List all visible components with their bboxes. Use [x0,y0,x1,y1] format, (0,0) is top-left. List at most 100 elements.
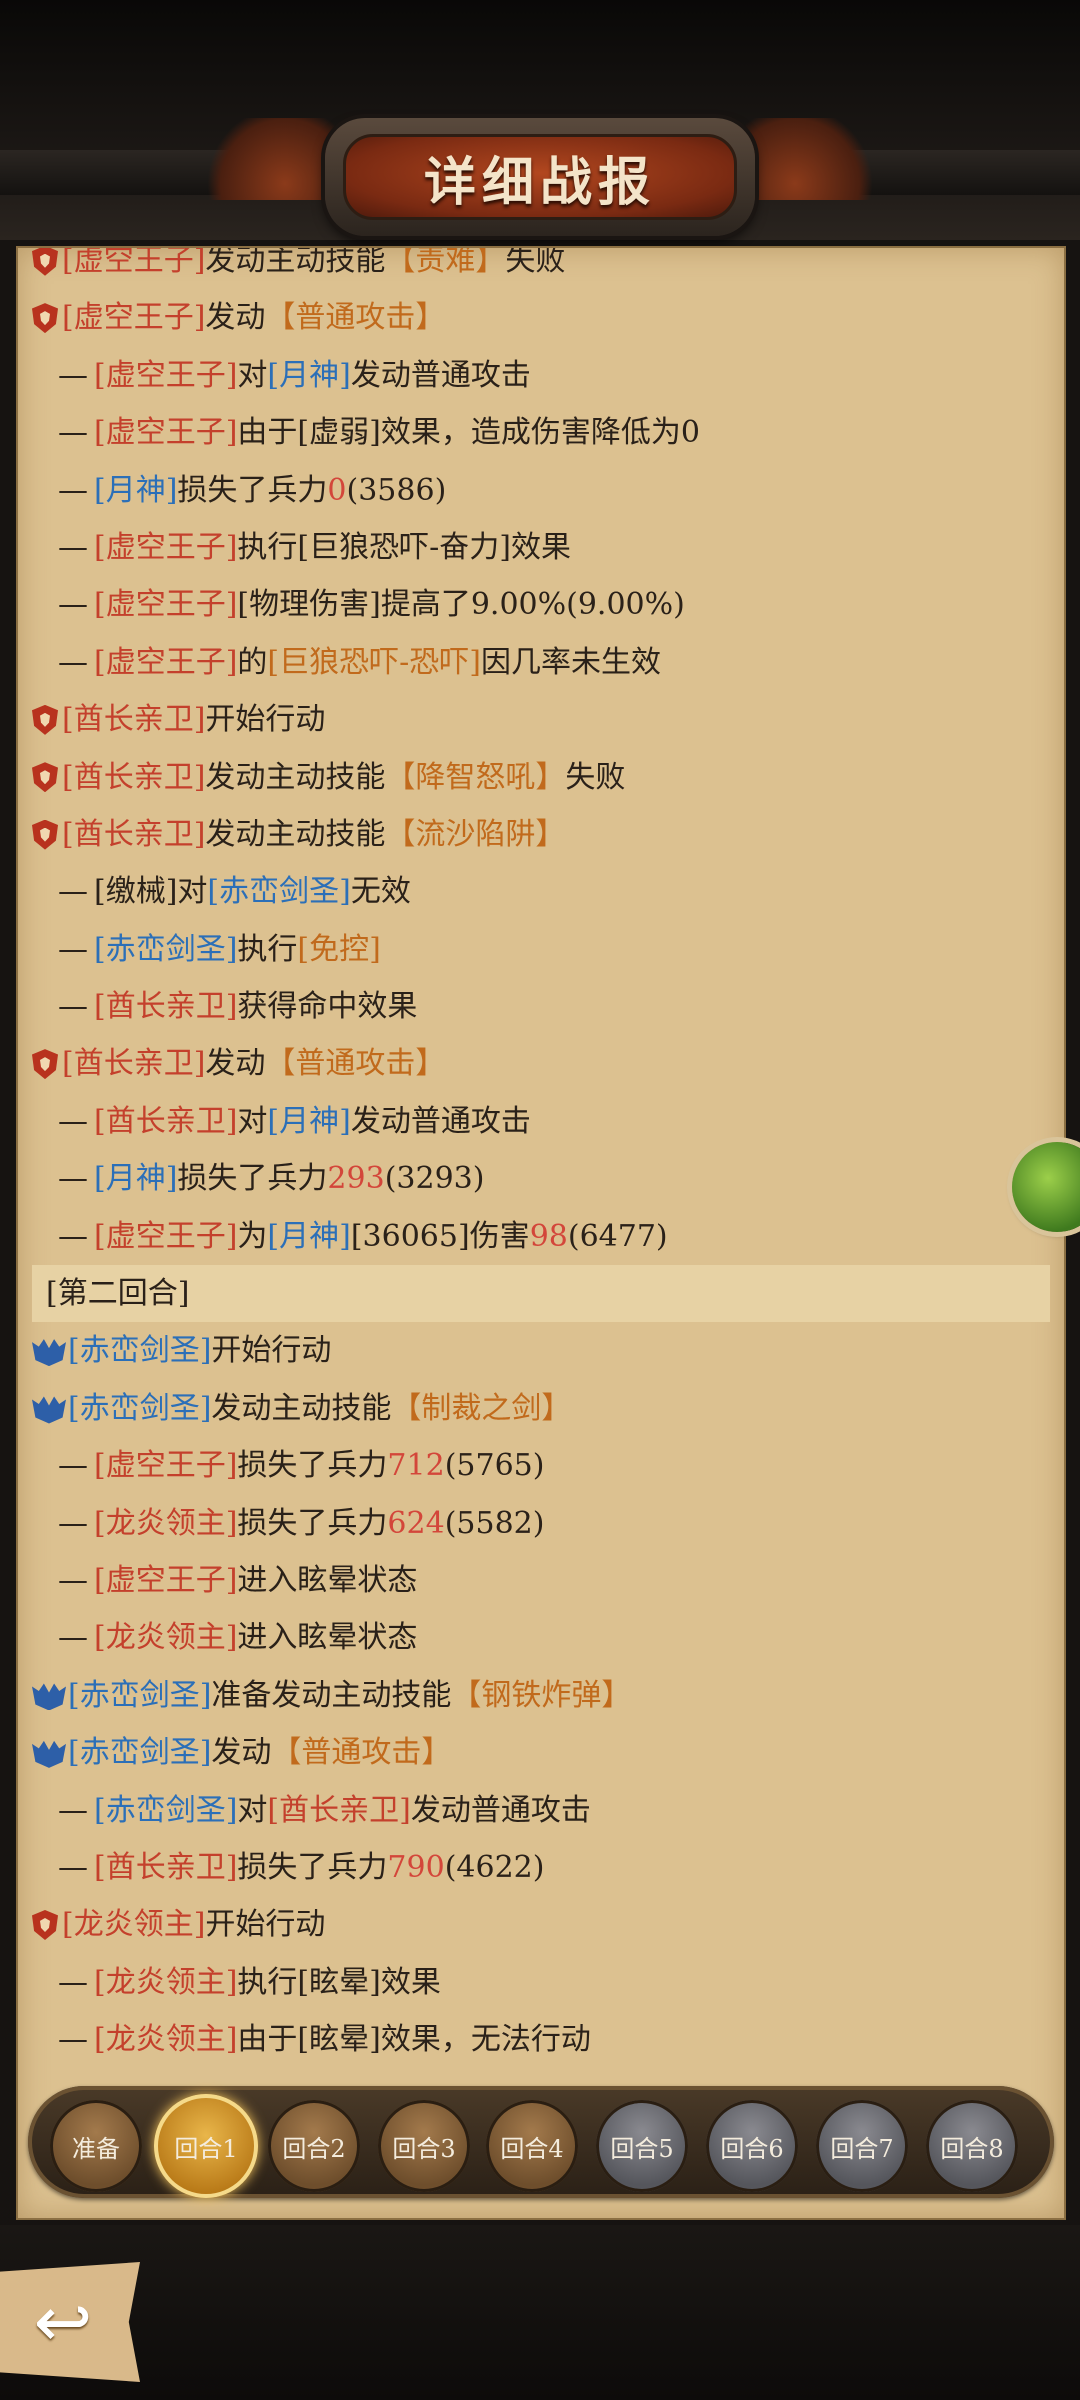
log-text: 发动主动技能 [205,248,386,278]
log-text: 发动普通攻击 [350,1103,531,1139]
log-text: [赤峦剑圣] [68,1390,212,1426]
log-line: — [酋长亲卫] 损失了兵力 790 (4622) [18,1839,1064,1896]
log-text: (6477) [567,1218,668,1254]
round-button-2[interactable]: 回合2 [268,2100,360,2192]
log-line: [赤峦剑圣] 准备发动主动技能 【钢铁炸弹】 [18,1667,1064,1724]
log-text: 准备发动主动技能 [211,1677,452,1713]
log-text: 【流沙陷阱】 [385,816,566,852]
shield-faction-icon [32,762,58,793]
battle-log-scroll[interactable]: [虚空王子] 发动主动技能 【责难】 失败 [虚空王子] 发动 【普通攻击】 — [虚空王子] 对… [18,248,1064,2056]
shield-faction-icon [32,704,58,735]
log-text: [缴械]对 [94,874,208,910]
log-text: 712 [387,1448,445,1484]
log-text: [巨狼恐吓-恐吓] [267,644,481,680]
log-text: 进入眩晕状态 [237,1562,418,1598]
log-text: [龙炎领主] [62,1907,206,1943]
log-line: [赤峦剑圣] 发动 【普通攻击】 [18,1724,1064,1781]
dash-bullet: — [58,1218,88,1254]
log-text: 开始行动 [205,1907,326,1943]
bottom-background [0,2225,1080,2400]
log-text: 【普通攻击】 [265,300,446,336]
log-line: — [虚空王子] 为 [月神] [36065]伤害 98 (6477) [18,1208,1064,1265]
title-inner: 详细战报 [343,134,737,220]
round-button-prepare[interactable]: 准备 [50,2100,142,2192]
log-text: 失败 [565,759,626,795]
log-text: [虚空王子] [94,357,238,393]
dash-bullet: — [58,472,88,508]
log-line: [赤峦剑圣] 开始行动 [18,1322,1064,1379]
log-text: [月神] [94,472,178,508]
bat-faction-icon [32,1339,66,1367]
log-text: 293 [327,1161,385,1197]
log-text: [免控] [297,931,381,967]
log-line: — [虚空王子] [物理伤害]提高了9.00%(9.00%) [18,576,1064,633]
log-text: 发动主动技能 [205,759,386,795]
round-button-5[interactable]: 回合5 [596,2100,688,2192]
log-line: [赤峦剑圣] 发动主动技能 【制裁之剑】 [18,1380,1064,1437]
log-text: 【普通攻击】 [271,1735,452,1771]
shield-faction-icon [32,248,58,276]
log-text: [月神] [94,1161,178,1197]
log-text: [龙炎领主] [94,2022,238,2056]
log-text: [赤峦剑圣] [68,1333,212,1369]
log-text: 【普通攻击】 [265,1046,446,1082]
round-button-4[interactable]: 回合4 [486,2100,578,2192]
round-button-7[interactable]: 回合7 [816,2100,908,2192]
shield-faction-icon [32,1049,58,1080]
log-text: 发动主动技能 [211,1390,392,1426]
log-text: 发动 [205,300,266,336]
log-line: — [赤峦剑圣] 执行 [免控] [18,921,1064,978]
round-button-6[interactable]: 回合6 [706,2100,798,2192]
dash-bullet: — [58,1505,88,1541]
log-text: [赤峦剑圣] [68,1677,212,1713]
dash-bullet: — [58,874,88,910]
log-text: 开始行动 [205,702,326,738]
log-line: [酋长亲卫] 开始行动 [18,691,1064,748]
back-button[interactable]: ↩ [0,2262,140,2382]
log-text: [第二回合] [46,1276,190,1312]
log-text: 发动 [211,1735,272,1771]
log-line: — [龙炎领主] 损失了兵力 624 (5582) [18,1495,1064,1552]
log-text: 790 [387,1849,445,1885]
log-text: [月神] [267,1103,351,1139]
log-text: 因几率未生效 [480,644,661,680]
log-text: [虚空王子] [94,415,238,451]
dash-bullet: — [58,1103,88,1139]
log-text: 发动 [205,1046,266,1082]
page-title: 详细战报 [423,151,656,213]
shield-faction-icon [32,1910,58,1941]
log-text: [虚空王子] [94,529,238,565]
log-text: 的 [237,644,268,680]
log-text: [赤峦剑圣] [94,931,238,967]
bat-faction-icon [32,1683,66,1711]
log-text: [龙炎领主] [94,1620,238,1656]
log-text: [虚空王子] [62,300,206,336]
dash-bullet: — [58,357,88,393]
log-line: — [虚空王子] 损失了兵力 712 (5765) [18,1437,1064,1494]
round-button-1[interactable]: 回合1 [154,2094,258,2198]
log-text: [36065]伤害 [350,1218,530,1254]
log-text: [酋长亲卫] [62,816,206,852]
log-text: 发动普通攻击 [350,357,531,393]
dash-bullet: — [58,529,88,565]
log-text: 【制裁之剑】 [391,1390,572,1426]
battle-log-list: [虚空王子] 发动主动技能 【责难】 失败 [虚空王子] 发动 【普通攻击】 — [虚空王子] 对… [18,248,1064,2056]
log-text: 失败 [505,248,566,278]
dash-bullet: — [58,1448,88,1484]
log-text: 获得命中效果 [237,989,418,1025]
log-text: 损失了兵力 [177,1161,328,1197]
dash-bullet: — [58,415,88,451]
log-line: — [缴械]对 [赤峦剑圣] 无效 [18,863,1064,920]
log-line: — [虚空王子] 进入眩晕状态 [18,1552,1064,1609]
log-line: — [龙炎领主] 进入眩晕状态 [18,1609,1064,1666]
log-line: — [酋长亲卫] 对 [月神] 发动普通攻击 [18,1093,1064,1150]
dash-bullet: — [58,1792,88,1828]
round-button-3[interactable]: 回合3 [378,2100,470,2192]
log-text: [虚空王子] [94,587,238,623]
dash-bullet: — [58,2022,88,2056]
log-text: [虚空王子] [94,1562,238,1598]
round-button-8[interactable]: 回合8 [926,2100,1018,2192]
log-line: — [虚空王子] 由于[虚弱]效果，造成伤害降低为0 [18,404,1064,461]
log-line: — [月神] 损失了兵力 293 (3293) [18,1150,1064,1207]
log-text: [龙炎领主] [94,1964,238,2000]
